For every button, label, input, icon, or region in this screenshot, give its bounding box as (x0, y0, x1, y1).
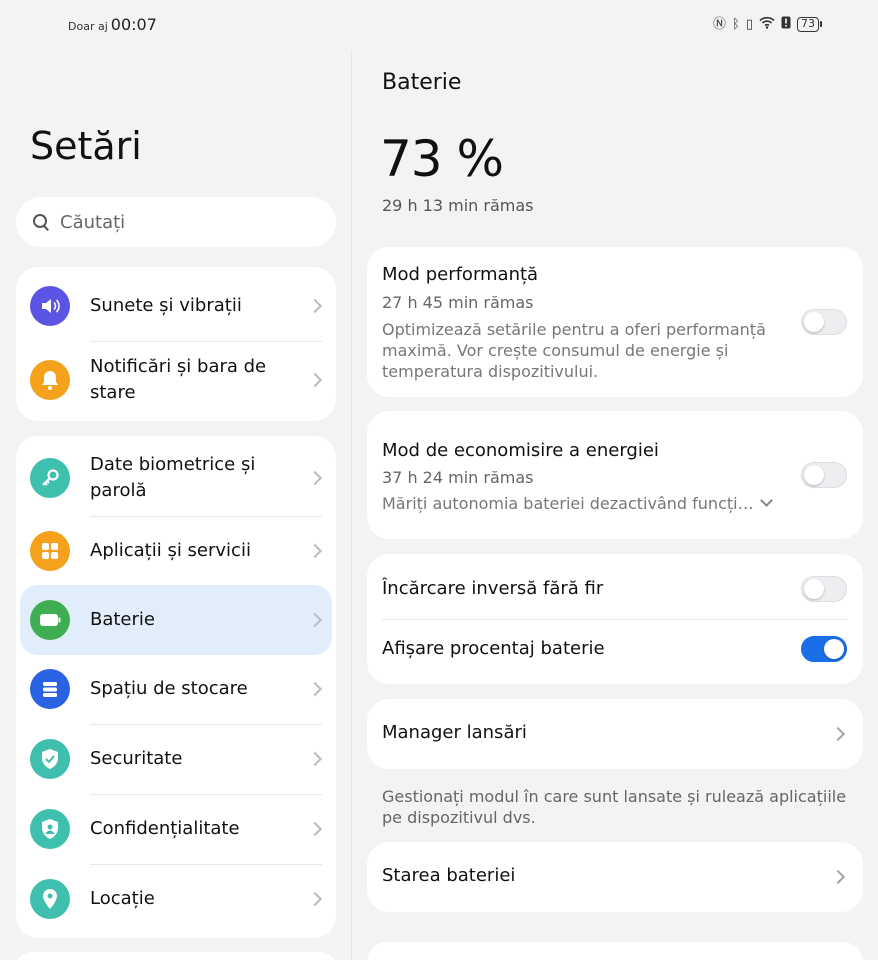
apps-icon (30, 531, 70, 571)
settings-sidebar: Setări Sunete și vibrații Notificări și … (0, 0, 351, 960)
bell-icon (30, 360, 70, 400)
sidebar-item-label: Notificări și bara de stare (90, 356, 267, 403)
chevron-right-icon (307, 470, 323, 486)
battery-settings-panel: Baterie 73 % 29 h 13 min rămas Mod perfo… (352, 0, 878, 960)
chevron-right-icon (307, 372, 323, 388)
power-saving-remaining: 37 h 24 min rămas (382, 468, 534, 487)
settings-group-2: Date biometrice și parolă Aplicații și s… (16, 436, 336, 938)
sidebar-item-label: Baterie (90, 609, 155, 630)
sidebar-item-label: Spațiu de stocare (90, 678, 248, 699)
battery-remaining: 29 h 13 min rămas (382, 196, 534, 215)
sidebar-item-notifications[interactable]: Notificări și bara de stare (20, 342, 332, 418)
sidebar-item-location[interactable]: Locație (20, 865, 332, 934)
speaker-icon (30, 286, 70, 326)
sidebar-item-battery[interactable]: Baterie (20, 585, 332, 655)
performance-mode-remaining: 27 h 45 min rămas (382, 293, 534, 312)
sidebar-item-apps[interactable]: Aplicații și servicii (20, 517, 332, 585)
shield-check-icon (30, 739, 70, 779)
power-saving-description: Măriți autonomia bateriei dezactivând fu… (382, 494, 754, 513)
sidebar-item-label: Confidențialitate (90, 818, 240, 839)
chevron-right-icon (307, 891, 323, 907)
sidebar-item-storage[interactable]: Spațiu de stocare (20, 655, 332, 724)
sidebar-item-privacy[interactable]: Confidențialitate (20, 795, 332, 864)
sidebar-item-security[interactable]: Securitate (20, 725, 332, 794)
sidebar-item-label: Sunete și vibrații (90, 295, 242, 316)
storage-icon (30, 669, 70, 709)
sidebar-item-label: Locație (90, 888, 155, 909)
partial-card (367, 942, 863, 960)
page-title: Setări (30, 124, 142, 168)
sidebar-item-label: Date biometrice și parolă (90, 454, 256, 501)
search-icon (32, 213, 50, 231)
battery-options-card: Încărcare inversă fără fir Afișare proce… (367, 554, 863, 684)
show-percentage-toggle[interactable] (801, 636, 847, 662)
sidebar-item-biometrics[interactable]: Date biometrice și parolă (20, 440, 332, 516)
privacy-shield-icon (30, 809, 70, 849)
show-percentage-label: Afișare procentaj baterie (382, 638, 605, 659)
power-saving-title: Mod de economisire a energiei (382, 440, 659, 461)
sidebar-item-sounds[interactable]: Sunete și vibrații (20, 271, 332, 341)
settings-group-1: Sunete și vibrații Notificări și bara de… (16, 267, 336, 421)
chevron-right-icon (307, 543, 323, 559)
chevron-right-icon (307, 821, 323, 837)
settings-group-3-partial (16, 952, 336, 960)
panel-title: Baterie (382, 70, 462, 95)
performance-mode-card[interactable]: Mod performanță 27 h 45 min rămas Optimi… (367, 247, 863, 397)
chevron-down-icon[interactable] (759, 494, 773, 507)
launch-manager-row[interactable]: Manager lansări (367, 699, 863, 769)
launch-manager-label: Manager lansări (382, 722, 527, 743)
battery-health-label: Starea bateriei (382, 865, 516, 886)
launch-manager-footnote: Gestionați modul în care sunt lansate și… (382, 787, 847, 827)
sidebar-item-label: Aplicații și servicii (90, 540, 251, 561)
battery-icon (30, 600, 70, 640)
chevron-right-icon (307, 612, 323, 628)
power-saving-description-row[interactable]: Măriți autonomia bateriei dezactivând fu… (382, 493, 802, 514)
chevron-right-icon (307, 681, 323, 697)
search-bar[interactable] (16, 197, 336, 247)
search-input[interactable] (60, 211, 320, 233)
reverse-charging-label: Încărcare inversă fără fir (382, 578, 604, 599)
power-saving-toggle[interactable] (801, 462, 847, 488)
performance-mode-title: Mod performanță (382, 264, 539, 285)
chevron-right-icon (307, 751, 323, 767)
battery-percent: 73 % (380, 130, 504, 188)
battery-health-row[interactable]: Starea bateriei (367, 842, 863, 912)
location-pin-icon (30, 879, 70, 919)
chevron-right-icon (830, 869, 846, 885)
chevron-right-icon (830, 726, 846, 742)
performance-mode-toggle[interactable] (801, 309, 847, 335)
sidebar-item-label: Securitate (90, 748, 183, 769)
chevron-right-icon (307, 298, 323, 314)
key-icon (30, 458, 70, 498)
divider (382, 619, 848, 620)
reverse-charging-toggle[interactable] (801, 576, 847, 602)
power-saving-card[interactable]: Mod de economisire a energiei 37 h 24 mi… (367, 411, 863, 539)
performance-mode-description: Optimizează setările pentru a oferi perf… (382, 320, 766, 381)
